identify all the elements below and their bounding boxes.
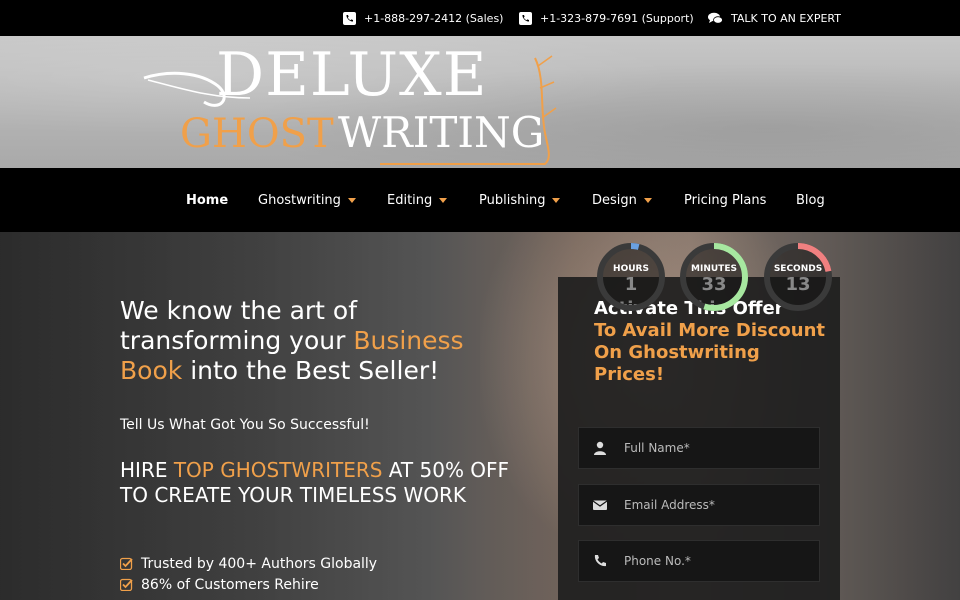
caret-down-icon: [552, 197, 561, 203]
trust-bullets: Trusted by 400+ Authors Globally 86% of …: [120, 553, 377, 595]
phone-icon: [593, 554, 607, 568]
countdown-label: HOURS: [613, 264, 649, 274]
sales-phone-link[interactable]: +1-888-297-2412 (Sales): [343, 0, 503, 36]
bullet-item: Trusted by 400+ Authors Globally: [120, 553, 377, 574]
nav-item-editing[interactable]: Editing: [387, 168, 448, 232]
hire-part: AT 50% OFF: [388, 458, 510, 482]
caret-down-icon: [643, 197, 652, 203]
sales-phone-text: +1-888-297-2412 (Sales): [364, 11, 504, 25]
countdown-value: 1: [624, 274, 638, 295]
check-square-icon: [120, 557, 133, 570]
countdown-seconds: SECONDS 13: [763, 242, 833, 312]
nav-item-home[interactable]: Home: [186, 168, 228, 232]
caret-down-icon: [347, 197, 356, 203]
nav-item-label: Pricing Plans: [684, 192, 767, 208]
hire-part: HIRE: [120, 458, 168, 482]
full-name-input[interactable]: [624, 441, 814, 455]
countdown-label: MINUTES: [691, 264, 737, 274]
talk-to-expert-link[interactable]: TALK TO AN EXPERT: [708, 0, 841, 36]
countdown-value: 13: [785, 274, 811, 295]
nav-item-label: Editing: [387, 192, 433, 208]
nav-item-blog[interactable]: Blog: [796, 168, 825, 232]
nav-item-label: Blog: [796, 192, 825, 208]
caret-down-icon: [439, 197, 448, 203]
hire-part: TO CREATE YOUR TIMELESS WORK: [120, 483, 466, 507]
support-phone-link[interactable]: +1-323-879-7691 (Support): [519, 0, 694, 36]
phone-icon: [519, 11, 532, 25]
nav-item-publishing[interactable]: Publishing: [479, 168, 561, 232]
hire-heading: HIRE TOP GHOSTWRITERS AT 50% OFF TO CREA…: [120, 458, 520, 508]
email-field[interactable]: [578, 484, 820, 526]
logo-word-writing: WRITING: [338, 108, 545, 157]
countdown-label: SECONDS: [773, 264, 823, 274]
bullet-text: Trusted by 400+ Authors Globally: [141, 555, 378, 572]
phone-field[interactable]: [578, 540, 820, 582]
nav-item-label: Design: [592, 192, 637, 208]
nav-item-label: Publishing: [479, 192, 546, 208]
countdown-hours: HOURS 1: [596, 242, 666, 312]
full-name-field[interactable]: [578, 427, 820, 469]
nav-item-label: Ghostwriting: [258, 192, 341, 208]
talk-to-expert-text: TALK TO AN EXPERT: [731, 11, 841, 25]
email-input[interactable]: [624, 498, 814, 512]
hero-headline: We know the art of transforming your Bus…: [120, 296, 520, 386]
bullet-text: 86% of Customers Rehire: [141, 576, 319, 593]
countdown-value: 33: [701, 274, 727, 295]
headline-part: We know the art of transforming your: [120, 296, 358, 355]
logo-word-ghost: GHOST: [180, 111, 334, 157]
nav-item-ghostwriting[interactable]: Ghostwriting: [258, 168, 356, 232]
user-icon: [593, 441, 607, 455]
nav-item-design[interactable]: Design: [592, 168, 652, 232]
offer-form-card: Activate This Offer To Avail More Discou…: [558, 277, 840, 600]
bullet-item: 86% of Customers Rehire: [120, 574, 377, 595]
headline-part: into the Best Seller!: [190, 356, 440, 385]
chat-icon: [708, 12, 723, 25]
hire-highlight: TOP GHOSTWRITERS: [173, 458, 383, 482]
logo-word-deluxe: DELUXE: [216, 40, 488, 110]
top-contact-bar: +1-888-297-2412 (Sales) +1-323-879-7691 …: [0, 0, 960, 36]
countdown-minutes: MINUTES 33: [679, 242, 749, 312]
site-logo[interactable]: DELUXE GHOST WRITING: [140, 38, 570, 166]
support-phone-text: +1-323-879-7691 (Support): [540, 11, 694, 25]
site-header: DELUXE GHOST WRITING: [0, 36, 960, 168]
offer-title-line: To Avail More Discount: [594, 320, 826, 341]
nav-item-label: Home: [186, 192, 229, 208]
main-nav: Home Ghostwriting Editing Publishing Des…: [0, 168, 960, 232]
check-square-icon: [120, 578, 133, 591]
envelope-icon: [593, 498, 607, 512]
offer-title-line: On Ghostwriting Prices!: [594, 342, 760, 385]
hero-subline: Tell Us What Got You So Successful!: [120, 417, 370, 433]
nav-item-pricing-plans[interactable]: Pricing Plans: [684, 168, 766, 232]
phone-icon: [343, 11, 356, 25]
phone-input[interactable]: [624, 554, 814, 568]
